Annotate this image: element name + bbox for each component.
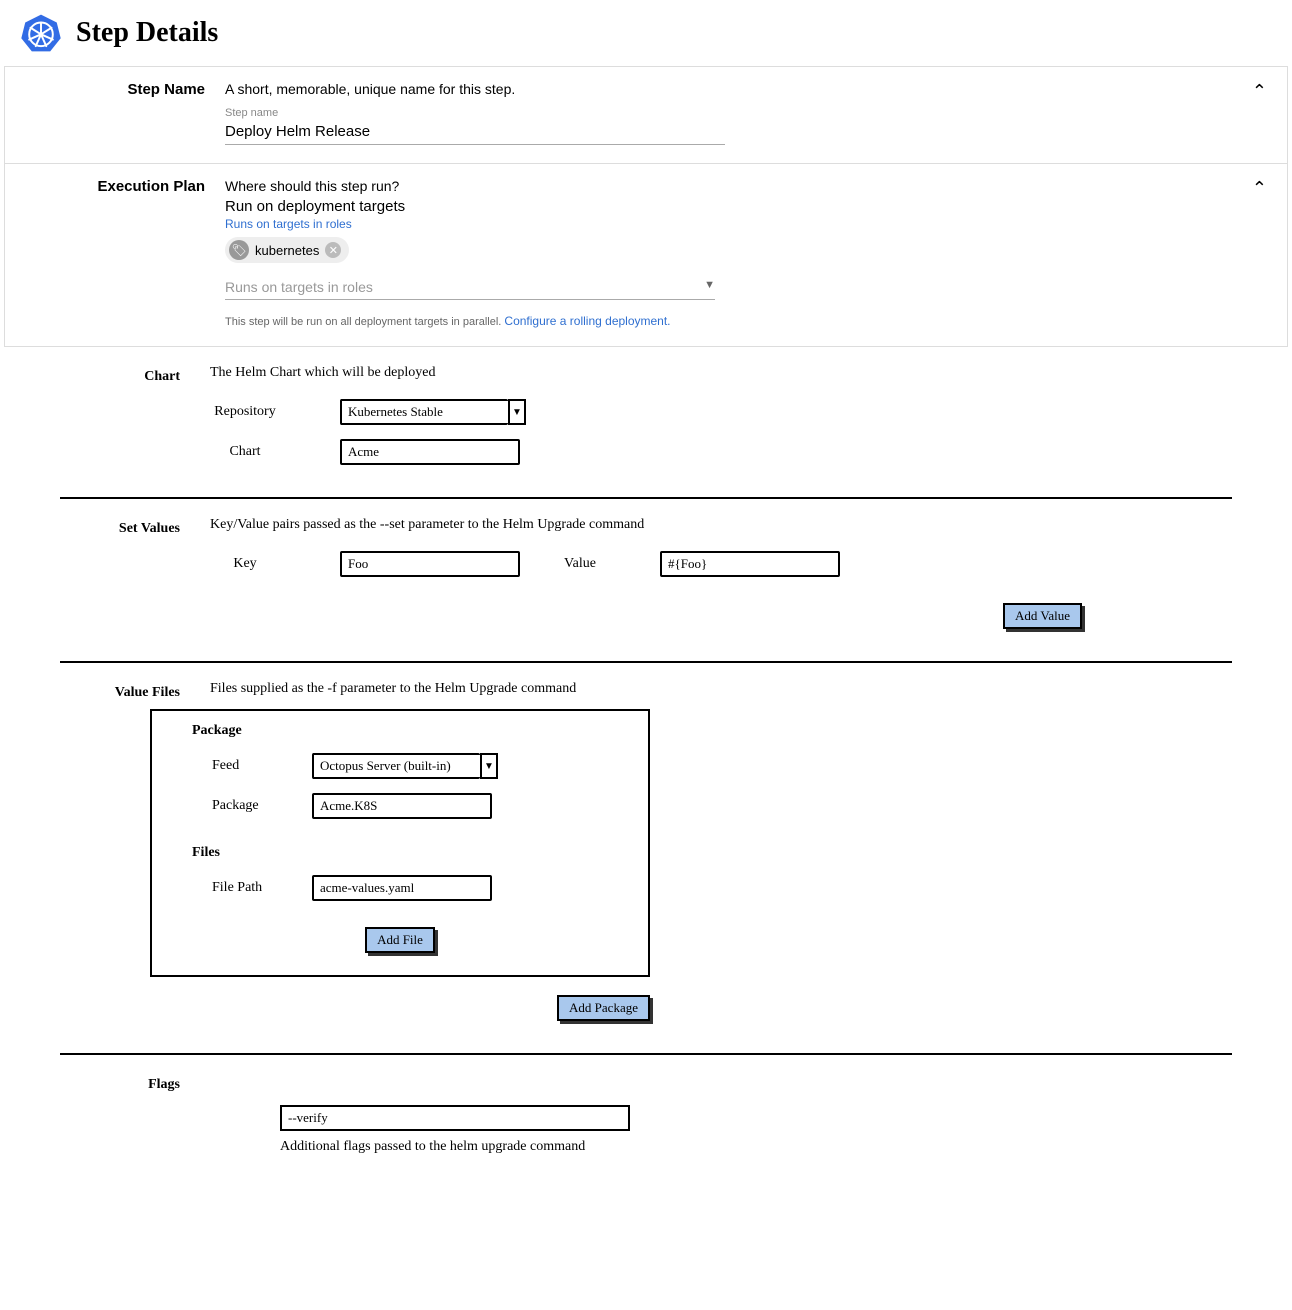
role-chip: 🏷 kubernetes ✕ [225, 237, 349, 263]
value-files-section: Value Files Files supplied as the -f par… [60, 663, 1232, 1031]
package-heading: Package [192, 723, 638, 739]
step-name-label: Step Name [25, 81, 225, 145]
flags-section: Flags Additional flags passed to the hel… [60, 1055, 1232, 1165]
page-title: Step Details [76, 17, 218, 49]
remove-chip-icon[interactable]: ✕ [325, 242, 341, 258]
step-name-input[interactable] [225, 119, 725, 145]
chevron-down-icon[interactable]: ▼ [480, 753, 498, 779]
package-input[interactable] [312, 793, 492, 819]
set-values-section: Set Values Key/Value pairs passed as the… [60, 499, 1232, 639]
feed-label: Feed [162, 758, 312, 774]
repository-select[interactable]: ▼ [340, 399, 526, 425]
files-heading: Files [192, 845, 638, 861]
flags-label: Flags [60, 1073, 210, 1093]
roles-select-placeholder: Runs on targets in roles [225, 279, 373, 295]
chart-section: Chart The Helm Chart which will be deplo… [60, 347, 1232, 475]
value-label: Value [520, 556, 660, 572]
flags-desc: Additional flags passed to the helm upgr… [280, 1139, 1232, 1155]
roles-link[interactable]: Runs on targets in roles [225, 217, 1267, 231]
step-name-field-label: Step name [225, 107, 1267, 119]
chart-desc: The Helm Chart which will be deployed [210, 365, 1232, 381]
chevron-down-icon[interactable]: ▼ [508, 399, 526, 425]
package-label: Package [162, 798, 312, 814]
chevron-down-icon: ▼ [704, 279, 715, 295]
parallel-text: This step will be run on all deployment … [225, 316, 504, 328]
file-path-input[interactable] [312, 875, 492, 901]
key-input[interactable] [340, 551, 520, 577]
value-input[interactable] [660, 551, 840, 577]
value-files-label: Value Files [60, 681, 210, 701]
execution-plan-panel: ⌃ Execution Plan Where should this step … [4, 164, 1288, 347]
repository-input[interactable] [340, 399, 508, 425]
rolling-deployment-link[interactable]: Configure a rolling deployment. [504, 314, 670, 328]
add-value-button[interactable]: Add Value [1003, 603, 1082, 629]
package-box: Package Feed ▼ Package Files File Path A… [150, 709, 650, 977]
repository-label: Repository [170, 404, 340, 420]
chart-name-input[interactable] [340, 439, 520, 465]
feed-select[interactable]: ▼ [312, 753, 498, 779]
page-header: Step Details [0, 0, 1292, 66]
value-files-desc: Files supplied as the -f parameter to th… [210, 681, 1232, 697]
collapse-icon[interactable]: ⌃ [1252, 81, 1267, 102]
set-values-label: Set Values [60, 517, 210, 537]
file-path-label: File Path [162, 880, 312, 896]
key-label: Key [170, 556, 340, 572]
role-chip-label: kubernetes [255, 243, 319, 258]
execution-plan-question: Where should this step run? [225, 178, 1267, 194]
parallel-hint: This step will be run on all deployment … [225, 314, 1267, 328]
execution-plan-label: Execution Plan [25, 178, 225, 328]
step-name-hint: A short, memorable, unique name for this… [225, 81, 1267, 97]
step-name-panel: ⌃ Step Name A short, memorable, unique n… [4, 66, 1288, 164]
chart-name-label: Chart [170, 444, 340, 460]
feed-input[interactable] [312, 753, 480, 779]
execution-plan-mode: Run on deployment targets [225, 198, 1267, 215]
collapse-icon[interactable]: ⌃ [1252, 178, 1267, 199]
tag-icon: 🏷 [229, 240, 249, 260]
set-values-desc: Key/Value pairs passed as the --set para… [210, 517, 1232, 533]
roles-select[interactable]: Runs on targets in roles ▼ [225, 273, 715, 300]
chart-label: Chart [60, 365, 210, 385]
add-file-button[interactable]: Add File [365, 927, 435, 953]
add-package-button[interactable]: Add Package [557, 995, 650, 1021]
kubernetes-icon [20, 12, 62, 54]
flags-input[interactable] [280, 1105, 630, 1131]
